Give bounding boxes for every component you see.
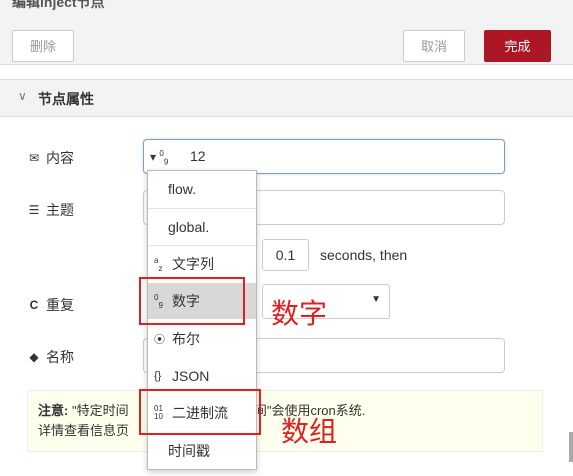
name-label: 名称 [46, 349, 74, 365]
section-title: 节点属性 [38, 91, 94, 107]
note-text-1: "特定时间 [71, 403, 129, 418]
dropdown-item-boolean[interactable]: ⦿ 布尔 [148, 321, 256, 357]
payload-label: 内容 [46, 150, 74, 166]
topic-label-row: ☰ 主题 [27, 200, 74, 220]
toolbar: 删除 取消 完成 [0, 14, 573, 65]
payload-input[interactable]: ▾ 09 12 [143, 139, 505, 174]
note-text-3: 详情查看信息页 [38, 423, 130, 438]
annotation-array: 数组 [281, 415, 338, 448]
chevron-down-icon: ∨ [18, 89, 27, 103]
scrollbar[interactable] [569, 432, 573, 462]
repeat-label-row: C 重复 [27, 295, 74, 315]
annotation-number: 数字 [271, 297, 328, 330]
toggle-icon: ⦿ [154, 334, 165, 346]
payload-label-row: ✉ 内容 [27, 148, 74, 168]
tray-header: 编辑inject节点 [0, 0, 573, 14]
envelope-icon: ✉ [28, 151, 40, 165]
cancel-button[interactable]: 取消 [403, 30, 465, 62]
topic-label: 主题 [46, 202, 74, 218]
tag-icon: ◆ [29, 350, 39, 364]
caret-down-icon: ▼ [371, 294, 381, 305]
note-bold: 注意: [38, 403, 69, 418]
type-select-button[interactable]: ▾ 09 [150, 149, 168, 166]
dropdown-item-flow[interactable]: flow. [148, 171, 256, 207]
tray-title: 编辑inject节点 [12, 0, 105, 10]
payload-value: 12 [190, 148, 206, 164]
highlight-binary-box [139, 389, 261, 435]
node-properties-header[interactable]: ∨ 节点属性 [0, 79, 573, 117]
delay-suffix: seconds, then [320, 247, 408, 263]
delete-button[interactable]: 删除 [12, 30, 74, 62]
tasks-icon: ☰ [28, 203, 40, 217]
dropdown-item-global[interactable]: global. [148, 209, 256, 245]
braces-icon: {} [154, 370, 162, 382]
repeat-label: 重复 [46, 297, 74, 313]
delay-input[interactable]: 0.1 [262, 239, 309, 271]
repeat-icon: C [29, 298, 39, 312]
done-button[interactable]: 完成 [484, 30, 551, 62]
name-label-row: ◆ 名称 [27, 347, 74, 367]
highlight-number-box [139, 277, 245, 325]
az-icon: az [154, 255, 163, 273]
dropdown-item-timestamp[interactable]: 时间戳 [148, 433, 256, 469]
